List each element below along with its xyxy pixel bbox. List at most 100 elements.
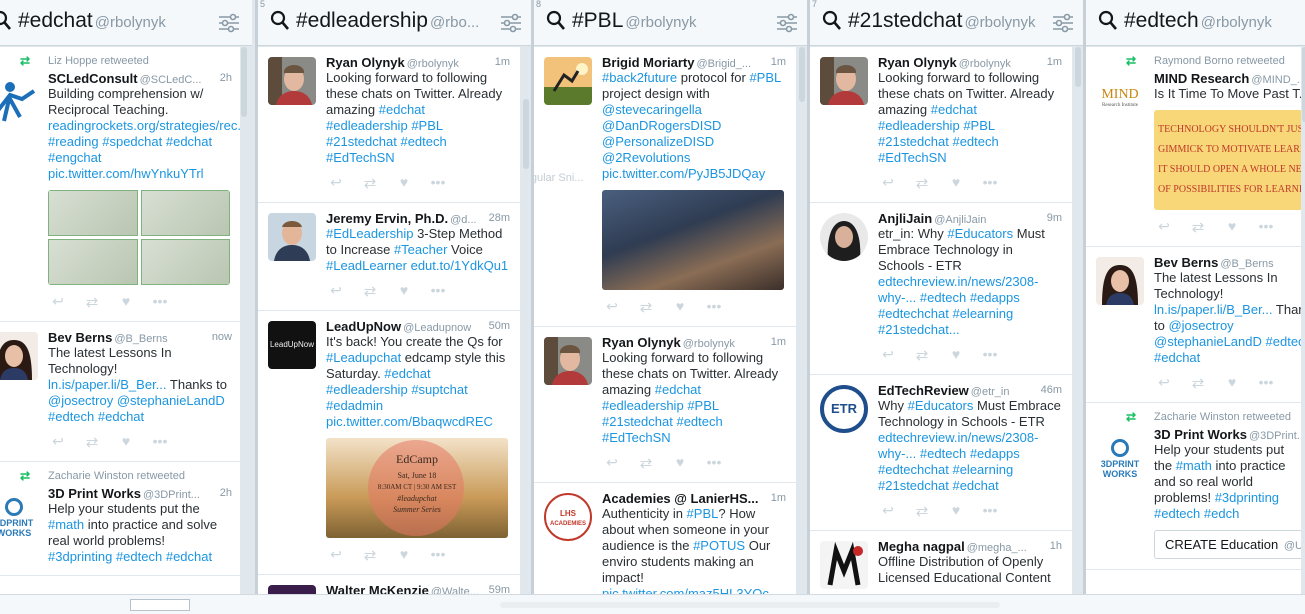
avatar[interactable]: MIND Research Institute [1096,77,1144,125]
tweet[interactable]: Ryan Olynyk @rbolynyk 1m Looking forward t… [534,327,796,483]
hashtag-link[interactable]: #PBL [963,118,994,133]
hashtag-link[interactable]: #PBL [687,398,718,413]
retweet-icon[interactable]: ⇄ [636,298,656,316]
avatar[interactable] [544,337,592,385]
hashtag-link[interactable]: #edtech [116,549,162,564]
hashtag-link[interactable]: #edadmin [326,398,383,413]
avatar[interactable]: LHS ACADEMIES [544,493,592,541]
hashtag-link[interactable]: #edchat [166,134,212,149]
like-icon[interactable]: ♥ [394,282,414,300]
avatar[interactable] [544,57,592,105]
hashtag-link[interactable]: #EdTechSN [602,430,671,445]
avatar[interactable] [268,213,316,261]
column-header[interactable]: 5 #edleadership @rbo... [258,0,534,46]
hashtag-link[interactable]: #elearning [952,462,1013,477]
author-handle[interactable]: @Leadupnow [403,322,471,334]
timestamp[interactable]: 59m [489,584,510,594]
tweet[interactable]: AnjliJain @AnjliJain 9m etr_in: Why #Educa… [810,203,1072,375]
hashtag-link[interactable]: #edapps [970,290,1020,305]
tweet[interactable]: Ryan Olynyk @rbolynyk 1m Looking forward t… [258,47,520,203]
column-header[interactable]: #edchat @rbolynyk [0,0,252,46]
avatar[interactable] [0,332,38,380]
hashtag-link[interactable]: #21stedchat [326,134,397,149]
like-icon[interactable]: ♥ [946,174,966,192]
hashtag-link[interactable]: #edleadership [326,382,408,397]
timestamp[interactable]: 1h [1050,540,1062,552]
author-name[interactable]: Jeremy Ervin, Ph.D. [326,211,448,226]
retweet-icon[interactable]: ⇄ [360,174,380,192]
reply-icon[interactable]: ↩ [602,454,622,472]
author-name[interactable]: Brigid Moriarty [602,55,694,70]
hashtag-link[interactable]: #math [1176,458,1212,473]
hashtag-link[interactable]: #elearning [952,306,1013,321]
hashtag-link[interactable]: #21stedchat [878,478,949,493]
avatar[interactable] [268,585,316,594]
more-icon[interactable]: ••• [980,346,1000,364]
more-icon[interactable]: ••• [150,433,170,451]
column-scrollbar[interactable] [798,47,806,594]
retweet-icon[interactable]: ⇄ [1188,374,1208,392]
tweet[interactable]: ⇄ Raymond Borno retweeted MIND Research In… [1086,47,1305,247]
author-name[interactable]: LeadUpNow [326,319,401,334]
hashtag-link[interactable]: #edtec [1266,334,1305,349]
tweet[interactable]: ⇄Zacharie Winston retweeted 3DPRINTWORKS… [0,462,242,576]
author-name[interactable]: Ryan Olynyk [326,55,405,70]
reply-icon[interactable]: ↩ [878,346,898,364]
settings-sliders-icon[interactable] [1052,13,1074,33]
reply-icon[interactable]: ↩ [878,502,898,520]
author-handle[interactable]: @3DPrint... [1249,430,1305,442]
hashtag-link[interactable]: #back2future [602,70,677,85]
column-scrollbar[interactable] [1301,47,1305,594]
author-name[interactable]: EdTechReview [878,383,969,398]
reply-icon[interactable]: ↩ [326,282,346,300]
hashtag-link[interactable]: #edtech [676,414,722,429]
hashtag-link[interactable]: #edtech [1154,506,1200,521]
reply-icon[interactable]: ↩ [326,546,346,564]
author-name[interactable]: Megha nagpal [878,539,965,554]
hashtag-link[interactable]: #PBL [411,118,442,133]
like-icon[interactable]: ♥ [394,174,414,192]
more-icon[interactable]: ••• [1256,374,1276,392]
author-name[interactable]: MIND Research [1154,71,1249,86]
timestamp[interactable]: 1m [495,56,510,68]
mention-link[interactable]: @stephanieLandD [117,393,225,408]
hashtag-link[interactable]: #edch [1204,506,1239,521]
settings-sliders-icon[interactable] [776,13,798,33]
author-handle[interactable]: @rbolynyk [683,338,735,350]
column-feed[interactable]: ⇄ Raymond Borno retweeted MIND Research In… [1086,47,1305,594]
avatar[interactable] [820,57,868,105]
hashtag-link[interactable]: #math [48,517,84,532]
like-icon[interactable]: ♥ [116,433,136,451]
column-header[interactable]: #edtech @rbolynyk [1086,0,1305,46]
url-link[interactable]: ln.is/paper.li/B_Ber... [1154,302,1273,317]
author-name[interactable]: Bev Berns [48,330,112,345]
like-icon[interactable]: ♥ [394,546,414,564]
author-name[interactable]: AnjliJain [878,211,932,226]
mention-link[interactable]: @DanDRogersDISD [602,118,721,133]
photo[interactable] [140,239,230,285]
tweet[interactable]: LHS ACADEMIES Academies @ LanierHS... 1m A… [534,483,796,594]
author-handle[interactable]: @3DPrint... [143,489,200,501]
reply-icon[interactable]: ↩ [48,293,68,311]
horizontal-scroll-thumb[interactable] [130,599,190,611]
hashtag-link[interactable]: #EdTechSN [326,150,395,165]
retweet-icon[interactable]: ⇄ [360,546,380,564]
more-icon[interactable]: ••• [1256,218,1276,236]
hashtag-link[interactable]: #edtechchat [878,306,949,321]
hashtag-link[interactable]: #Educators [908,398,974,413]
tweet[interactable]: Walter McKenzie @Walte... 59m [258,575,520,594]
hashtag-link[interactable]: #edchat [952,478,998,493]
scroll-thumb[interactable] [241,47,247,117]
column-header[interactable]: 8 #PBL @rbolynyk [534,0,810,46]
author-handle[interactable]: @etr_in [971,386,1010,398]
avatar[interactable]: 3DPRINTWORKS [1096,433,1144,481]
retweet-icon[interactable]: ⇄ [1188,218,1208,236]
hashtag-link[interactable]: #EdLeadership [326,226,413,241]
author-handle[interactable]: @megha_... [967,542,1027,554]
like-icon[interactable]: ♥ [946,346,966,364]
timestamp[interactable]: 1m [771,56,786,68]
timestamp[interactable]: 1m [1047,56,1062,68]
avatar[interactable] [0,77,38,125]
like-icon[interactable]: ♥ [1222,374,1242,392]
more-icon[interactable]: ••• [428,282,448,300]
